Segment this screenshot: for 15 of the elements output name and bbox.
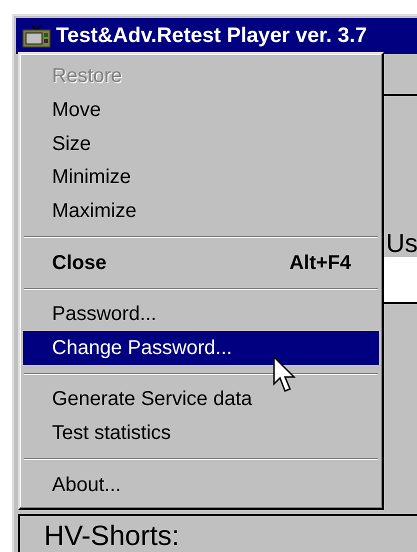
field-label: Us xyxy=(386,229,417,257)
window-title: Test&Adv.Retest Player ver. 3.7 xyxy=(56,24,367,48)
menu-item[interactable]: Minimize xyxy=(23,160,379,195)
menu-item[interactable]: Close Alt+F4 xyxy=(23,246,379,280)
menu-item[interactable]: Password... xyxy=(23,298,379,332)
menu-item[interactable]: Change Password... xyxy=(23,331,379,366)
menu-item[interactable]: Test statistics xyxy=(23,416,379,450)
menu-item[interactable]: Maximize xyxy=(23,194,379,228)
section-label: HV-Shorts: xyxy=(44,520,180,551)
tv-icon xyxy=(22,24,52,48)
menu-item[interactable]: Move xyxy=(23,94,379,128)
menu-item[interactable]: Generate Service data xyxy=(23,383,379,417)
menu-item[interactable]: Size xyxy=(23,127,379,161)
menu-item[interactable]: About... xyxy=(23,468,379,502)
mouse-pointer-icon xyxy=(273,356,297,394)
